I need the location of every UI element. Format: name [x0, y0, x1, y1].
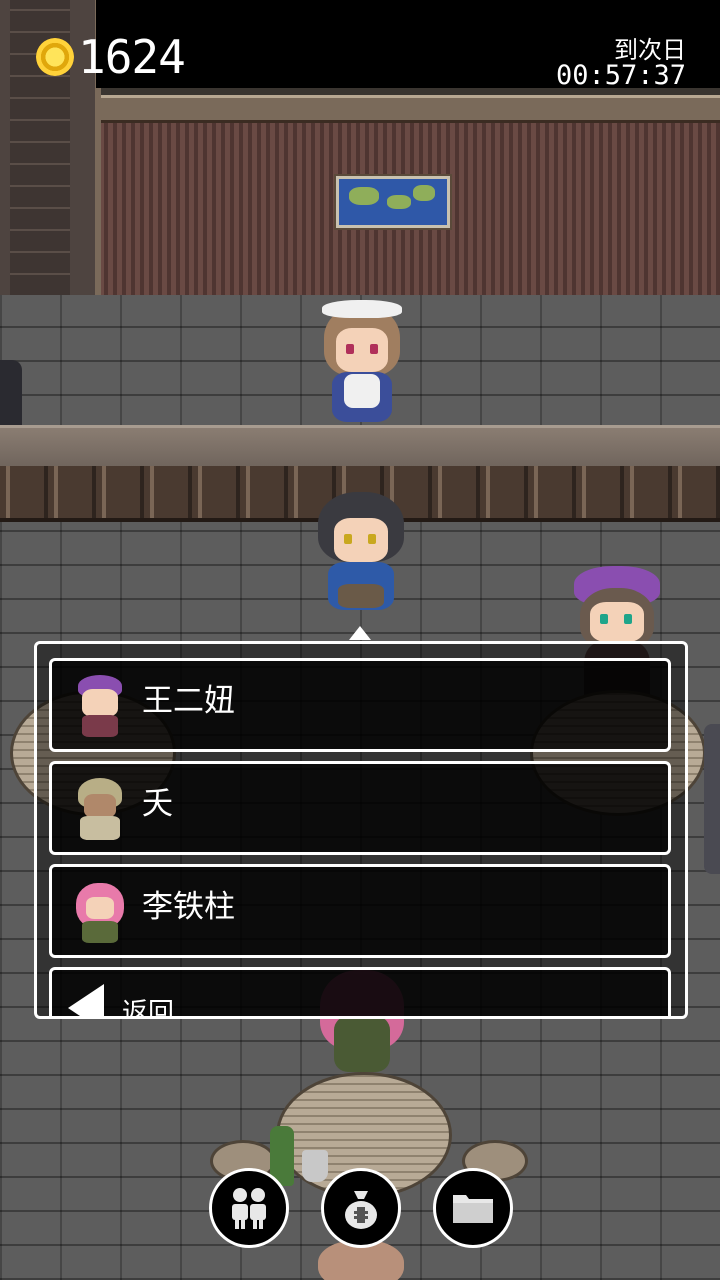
- back-label: 返回: [122, 998, 175, 1019]
- inventory-button[interactable]: [321, 1168, 401, 1248]
- party-button[interactable]: [209, 1168, 289, 1248]
- option-li-tiezhu[interactable]: 李铁柱: [49, 864, 671, 958]
- wall-frame: [80, 95, 720, 123]
- party-icon: [232, 1188, 266, 1229]
- option-label: 夭: [142, 786, 173, 822]
- purple-hat-girl-portrait: [72, 671, 128, 739]
- npc-edge-right: [704, 724, 720, 874]
- option-wang-erniu[interactable]: 王二妞: [49, 658, 671, 752]
- save-load-button[interactable]: [433, 1168, 513, 1248]
- folder-icon: [453, 1195, 493, 1223]
- wall-painting: [336, 176, 450, 228]
- back-option[interactable]: 返回: [49, 967, 671, 1019]
- bar-counter: [0, 425, 720, 471]
- option-yao[interactable]: 夭: [49, 761, 671, 855]
- option-label: 李铁柱: [142, 889, 235, 925]
- hooded-girl-portrait: [72, 774, 128, 842]
- player-sprite: [314, 488, 408, 618]
- maid-npc-sprite[interactable]: [318, 298, 406, 428]
- menu-pointer-arrow: [349, 626, 371, 640]
- pink-hair-girl-portrait: [72, 877, 128, 945]
- coin-icon: [36, 38, 74, 76]
- game-scene: [0, 0, 720, 1280]
- next-day-timer: 00:57:37: [555, 60, 686, 91]
- back-arrow-icon: [68, 984, 104, 1016]
- character-select-menu: 王二妞 夭 李铁柱 返回: [34, 641, 688, 1019]
- option-label: 王二妞: [142, 683, 235, 719]
- money-bag-icon: [345, 1191, 377, 1229]
- coin-count: 1624: [78, 30, 186, 84]
